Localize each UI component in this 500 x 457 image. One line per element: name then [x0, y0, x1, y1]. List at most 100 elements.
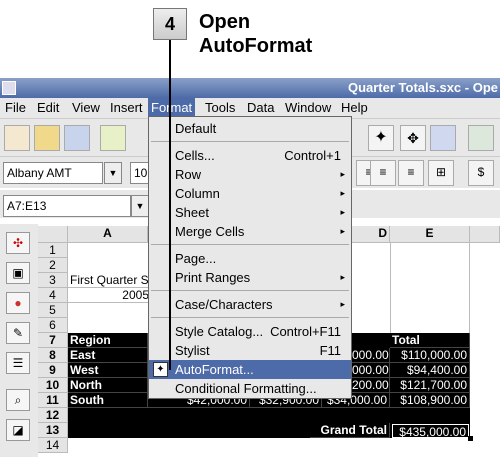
merge-cells-icon[interactable]: ⊞	[428, 160, 454, 186]
menu-edit[interactable]: Edit	[37, 100, 59, 115]
row-header[interactable]: 13	[38, 423, 68, 438]
menu-item-stylist[interactable]: Stylist F11	[149, 341, 351, 360]
menu-view[interactable]: View	[72, 100, 100, 115]
align-right-icon[interactable]: ≡	[398, 160, 424, 186]
cell-d10[interactable]: 200.00	[350, 378, 390, 393]
search-icon[interactable]: ⌕	[6, 389, 30, 411]
menu-item-default[interactable]: Default	[149, 119, 351, 138]
frame-icon[interactable]: ▣	[6, 262, 30, 284]
menu-item-cells[interactable]: Cells... Control+1	[149, 146, 351, 165]
row-header[interactable]: 12	[38, 408, 68, 423]
row-header[interactable]: 1	[38, 243, 68, 258]
currency-icon[interactable]: $	[468, 160, 494, 186]
window-title-bar: Quarter Totals.sxc - Ope	[0, 78, 500, 98]
cell-a3[interactable]: First Quarter S	[68, 273, 150, 288]
cell-e11[interactable]: $108,900.00	[390, 393, 470, 408]
menu-separator	[151, 141, 349, 142]
app-icon	[2, 81, 16, 95]
menu-file[interactable]: File	[5, 100, 26, 115]
cell-d13[interactable]: Grand Total	[310, 423, 390, 438]
menu-item-label: Default	[175, 121, 217, 136]
menu-item-merge-cells[interactable]: Merge Cells ▸	[149, 222, 351, 241]
cell-a4[interactable]: 2005	[68, 288, 150, 303]
submenu-arrow-icon: ▸	[340, 188, 345, 198]
navigator-star-icon[interactable]: ✦	[368, 125, 394, 151]
drawing-toolbar: ✣ ▣ ● ✎ ☰ ⌕ ◪	[0, 224, 38, 457]
submenu-arrow-icon: ▸	[340, 272, 345, 282]
menu-item-label: Cells...	[175, 148, 215, 163]
font-name-field[interactable]: Albany AMT	[3, 162, 103, 184]
autoformat-icon: ✦	[153, 362, 168, 377]
open-folder-icon[interactable]	[34, 125, 60, 151]
row-header[interactable]: 9	[38, 363, 68, 378]
data-sources-icon[interactable]	[430, 125, 456, 151]
callout-pointer-line	[169, 40, 171, 370]
row-header[interactable]: 7	[38, 333, 68, 348]
menu-item-row[interactable]: Row ▸	[149, 165, 351, 184]
menu-data[interactable]: Data	[247, 100, 274, 115]
row-header[interactable]: 4	[38, 288, 68, 303]
menu-item-page[interactable]: Page...	[149, 249, 351, 268]
save-icon[interactable]	[64, 125, 90, 151]
menu-format[interactable]: Format	[148, 98, 196, 118]
cell-e13[interactable]: $435,000.00	[392, 424, 469, 438]
cell-d8[interactable]: 000.00	[350, 348, 390, 363]
select-icon[interactable]: ✣	[6, 232, 30, 254]
cell-e10[interactable]: $121,700.00	[390, 378, 470, 393]
cell-a10[interactable]: North	[68, 378, 148, 393]
pencil-icon[interactable]: ✎	[6, 322, 30, 344]
gallery-icon[interactable]: ✥	[400, 125, 426, 151]
row-header[interactable]: 10	[38, 378, 68, 393]
row-header[interactable]: 8	[38, 348, 68, 363]
cell-d9[interactable]: 000.00	[350, 363, 390, 378]
menu-item-conditional-formatting[interactable]: Conditional Formatting...	[149, 379, 351, 398]
menu-item-column[interactable]: Column ▸	[149, 184, 351, 203]
new-document-icon[interactable]	[4, 125, 30, 151]
align-center-icon[interactable]: ≡	[370, 160, 396, 186]
row-header[interactable]: 3	[38, 273, 68, 288]
edit-file-icon[interactable]	[100, 125, 126, 151]
cell-a11[interactable]: South	[68, 393, 148, 408]
menu-item-style-catalog[interactable]: Style Catalog... Control+F11	[149, 322, 351, 341]
menu-item-label: Print Ranges	[175, 270, 251, 285]
chevron-down-icon[interactable]: ▼	[131, 195, 149, 217]
row-header[interactable]: 2	[38, 258, 68, 273]
submenu-arrow-icon: ▸	[340, 226, 345, 236]
cell-a7[interactable]: Region	[68, 333, 148, 348]
chevron-down-icon[interactable]: ▼	[104, 162, 122, 184]
text-icon[interactable]: ☰	[6, 352, 30, 374]
cell-e7[interactable]: Total	[390, 333, 470, 348]
image-icon[interactable]	[468, 125, 494, 151]
cell-a8[interactable]: East	[68, 348, 148, 363]
fill-handle[interactable]	[468, 436, 473, 441]
column-header-d[interactable]: D	[350, 226, 390, 243]
cell-e9[interactable]: $94,400.00	[390, 363, 470, 378]
menu-window[interactable]: Window	[285, 100, 331, 115]
row-header[interactable]: 11	[38, 393, 68, 408]
menu-tools[interactable]: Tools	[205, 100, 235, 115]
cell-e8[interactable]: $110,000.00	[390, 348, 470, 363]
corner-header[interactable]	[38, 226, 68, 243]
menu-insert[interactable]: Insert	[110, 100, 143, 115]
column-header-f[interactable]	[470, 226, 500, 243]
fill-icon[interactable]: ◪	[6, 419, 30, 441]
menu-item-label: Sheet	[175, 205, 209, 220]
font-size-field[interactable]: 10	[130, 162, 150, 184]
menu-help[interactable]: Help	[341, 100, 368, 115]
row-header[interactable]: 5	[38, 303, 68, 318]
column-header-a[interactable]: A	[68, 226, 148, 243]
menu-item-label: Row	[175, 167, 202, 182]
menu-item-print-ranges[interactable]: Print Ranges ▸	[149, 268, 351, 287]
menu-item-label: Case/Characters	[175, 297, 273, 312]
menu-item-case-characters[interactable]: Case/Characters ▸	[149, 295, 351, 314]
menu-item-label: Stylist	[175, 343, 210, 358]
menu-item-autoformat[interactable]: ✦ AutoFormat...	[149, 360, 351, 379]
shapes-icon[interactable]: ●	[6, 292, 30, 314]
name-box[interactable]: A7:E13	[3, 195, 131, 217]
row-header[interactable]: 14	[38, 438, 68, 453]
row-header[interactable]: 6	[38, 318, 68, 333]
column-header-e[interactable]: E	[390, 226, 470, 243]
menu-item-sheet[interactable]: Sheet ▸	[149, 203, 351, 222]
menu-item-label: Merge Cells	[175, 224, 245, 239]
cell-a9[interactable]: West	[68, 363, 148, 378]
